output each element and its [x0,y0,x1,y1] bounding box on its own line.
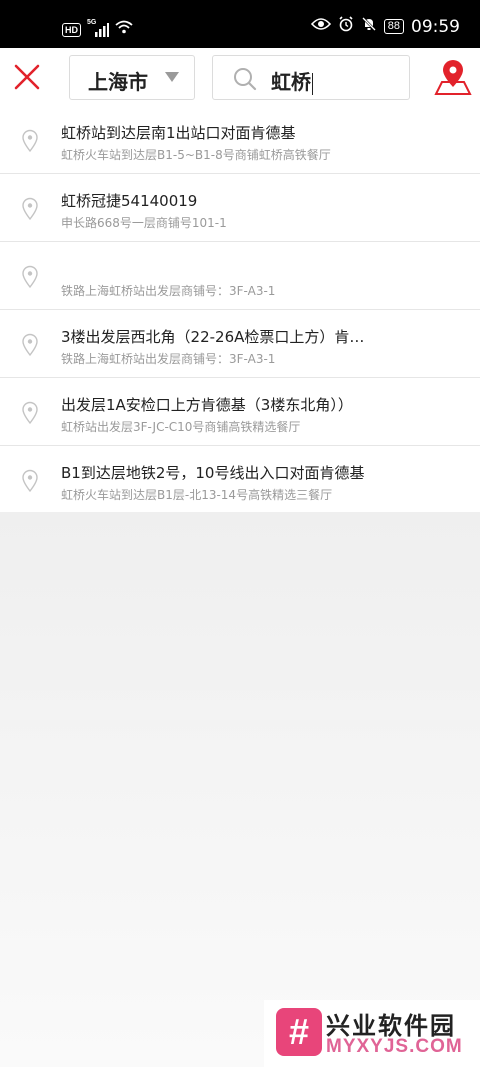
text-cursor [312,72,313,95]
map-button[interactable] [434,60,472,96]
result-address: 虹桥站出发层3F-JC-C10号商铺高铁精选餐厅 [61,420,301,434]
close-button[interactable] [10,60,44,94]
location-pin-icon [22,129,38,153]
caret-down-icon [165,72,179,82]
eye-icon [310,17,331,36]
location-pin-icon [22,333,38,357]
result-address: 虹桥火车站到达层B1-5~B1-8号商铺虹桥高铁餐厅 [61,148,331,162]
result-address: 铁路上海虹桥站出发层商铺号：3F-A3-1 [61,352,276,366]
list-item[interactable]: B1到达层地铁2号，10号线出入口对面肯德基 虹桥火车站到达层B1层-北13-1… [0,446,480,514]
watermark-logo: # [276,1008,322,1056]
result-address: 虹桥火车站到达层B1层-北13-14号高铁精选三餐厅 [61,488,333,502]
result-address: 申长路668号一层商铺号101-1 [61,216,227,230]
location-pin-icon [22,265,38,289]
wifi-icon [115,20,133,39]
alarm-icon [338,16,354,37]
empty-area [0,512,480,1067]
mute-bell-icon [361,16,377,37]
search-icon [234,68,257,91]
close-icon [14,64,40,90]
list-item[interactable]: 出发层1A安检口上方肯德基（3楼东北角）） 虹桥站出发层3F-JC-C10号商铺… [0,378,480,446]
result-title: 出发层1A安检口上方肯德基（3楼东北角）） [61,396,353,414]
result-address: 铁路上海虹桥站出发层商铺号：3F-A3-1 [61,284,276,298]
list-item[interactable]: 铁路上海虹桥站出发层商铺号：3F-A3-1 [0,242,480,310]
location-pin-icon [22,469,38,493]
list-item[interactable]: 3楼出发层西北角（22-26A检票口上方）肯… 铁路上海虹桥站出发层商铺号：3F… [0,310,480,378]
search-input[interactable]: 虹桥 [212,55,410,100]
list-item[interactable]: 虹桥站到达层南1出站口对面肯德基 虹桥火车站到达层B1-5~B1-8号商铺虹桥高… [0,106,480,174]
result-title: 3楼出发层西北角（22-26A检票口上方）肯… [61,328,365,346]
city-dropdown[interactable]: 上海市 [69,55,195,100]
result-title: B1到达层地铁2号，10号线出入口对面肯德基 [61,464,365,482]
watermark: # 兴业软件园 MYXYJS.COM [264,1000,480,1067]
watermark-subtitle: MYXYJS.COM [326,1036,463,1057]
city-label: 上海市 [88,70,148,94]
battery-indicator: 88 [383,19,404,34]
search-toolbar: 上海市 虹桥 [0,48,480,106]
map-pin-icon [434,60,472,95]
search-query: 虹桥 [271,66,313,95]
status-bar: HD 5G 88 09:59 [0,0,480,48]
hd-badge: HD [62,22,81,37]
results-list: 虹桥站到达层南1出站口对面肯德基 虹桥火车站到达层B1-5~B1-8号商铺虹桥高… [0,106,480,514]
status-right: 88 09:59 [310,16,460,37]
clock: 09:59 [411,16,460,37]
location-pin-icon [22,197,38,221]
status-left: HD 5G [62,19,133,39]
signal-icon: 5G [87,19,109,37]
result-title: 虹桥冠捷54140019 [61,192,198,210]
list-item[interactable]: 虹桥冠捷54140019 申长路668号一层商铺号101-1 [0,174,480,242]
location-pin-icon [22,401,38,425]
search-query-text: 虹桥 [271,70,311,94]
result-title: 虹桥站到达层南1出站口对面肯德基 [61,124,296,142]
